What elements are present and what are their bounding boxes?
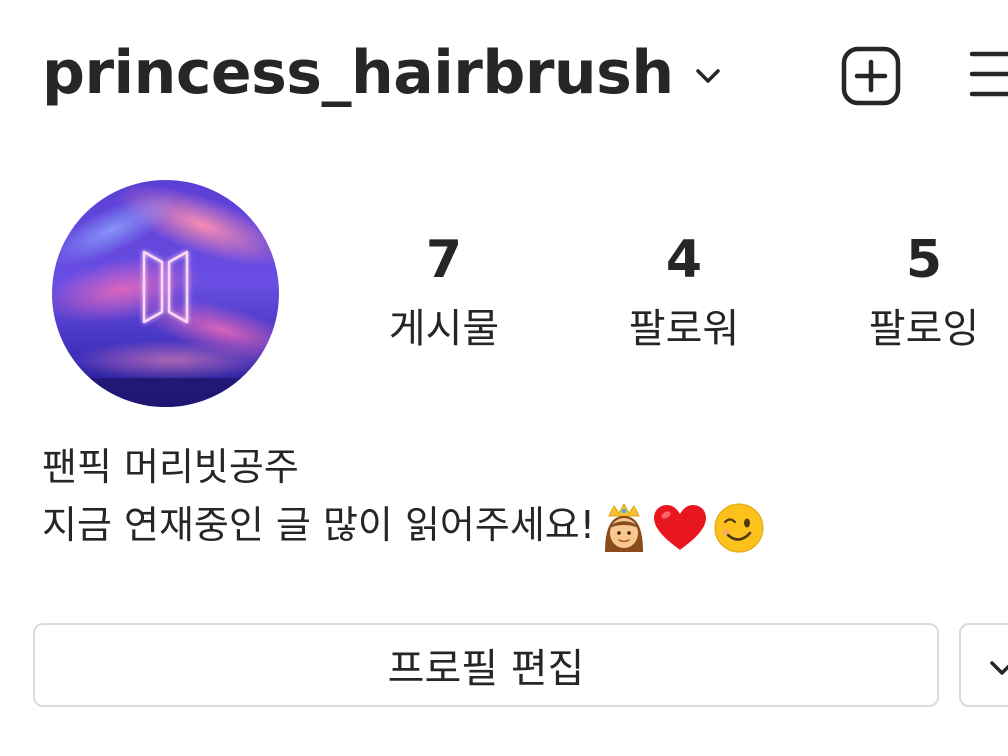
bio-line-2: 지금 연재중인 글 많이 읽어주세요! (42, 496, 982, 554)
profile-bio: 팬픽 머리빗공주 지금 연재중인 글 많이 읽어주세요! (42, 438, 982, 554)
followers-count: 4 (665, 230, 703, 290)
posts-label: 게시물 (388, 306, 500, 352)
followers-stat[interactable]: 4 팔로워 (564, 225, 804, 359)
profile-stats: 7 게시물 4 팔로워 5 팔로잉 (324, 225, 1008, 375)
following-label: 팔로잉 (868, 306, 980, 352)
profile-avatar[interactable] (52, 180, 279, 407)
edit-profile-button[interactable]: 프로필 편집 (33, 623, 939, 707)
discover-people-button[interactable] (959, 623, 1008, 707)
following-stat[interactable]: 5 팔로잉 (804, 225, 1008, 359)
following-count: 5 (905, 230, 943, 290)
hamburger-menu-icon[interactable] (968, 48, 1008, 104)
chevron-down-icon (695, 69, 720, 83)
profile-header: princess_hairbrush (0, 0, 1008, 140)
winking-face-emoji (714, 503, 764, 552)
username: princess_hairbrush (42, 38, 674, 108)
posts-count: 7 (425, 230, 463, 290)
posts-stat[interactable]: 7 게시물 (324, 225, 564, 359)
chevron-down-icon (990, 661, 1008, 675)
followers-label: 팔로워 (628, 306, 740, 352)
bio-line-2-text: 지금 연재중인 글 많이 읽어주세요! (42, 503, 595, 547)
bio-emojis (601, 502, 765, 554)
avatar-image (52, 180, 279, 407)
account-switcher[interactable]: princess_hairbrush (42, 28, 724, 118)
add-square-icon[interactable] (840, 45, 902, 107)
princess-emoji (605, 502, 643, 552)
bio-line-1: 팬픽 머리빗공주 (42, 445, 299, 489)
profile-screen: princess_hairbrush 7 게시물 4 팔로워 5 팔로잉 팬픽 … (0, 0, 1008, 756)
red-heart-emoji (654, 504, 706, 550)
